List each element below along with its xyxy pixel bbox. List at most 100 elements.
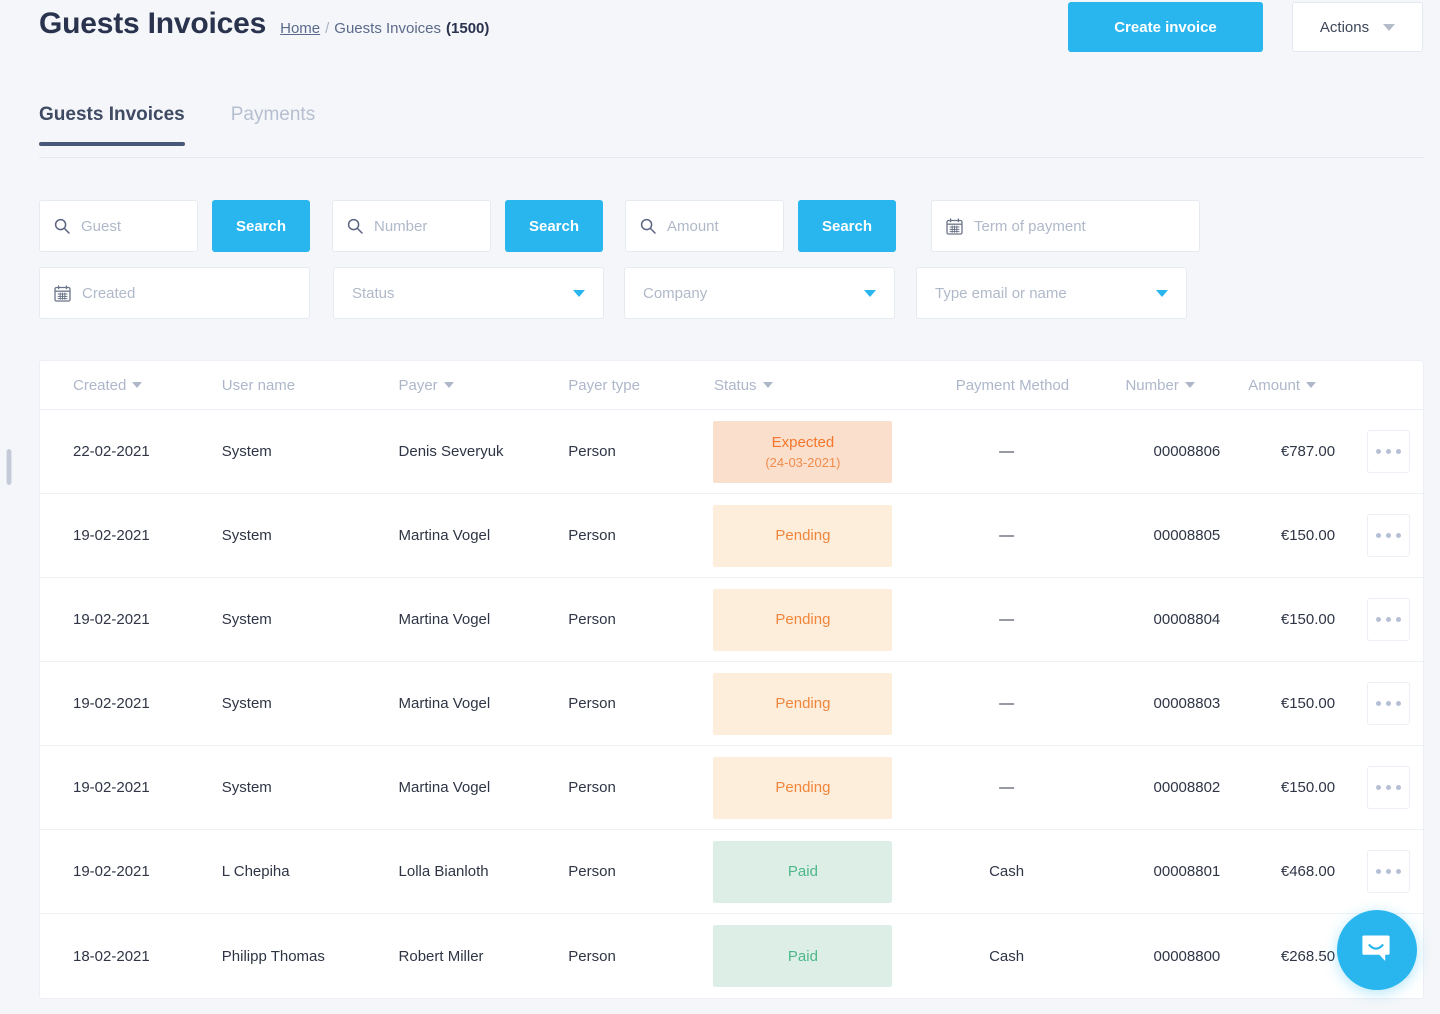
cell-amount: €150.00 <box>1280 779 1336 796</box>
email-or-name-select[interactable]: Type email or name <box>916 267 1187 319</box>
cell-number: 00008806 <box>1153 443 1221 460</box>
column-header-user-name: User name <box>222 377 399 394</box>
guest-search-placeholder: Guest <box>81 217 122 235</box>
cell-status: Pending <box>692 672 914 735</box>
cell-number: 00008802 <box>1153 779 1221 796</box>
ellipsis-icon <box>1395 533 1401 538</box>
calendar-icon <box>54 284 71 302</box>
cell-payer: Robert Miller <box>398 947 484 965</box>
invoices-table: Created User name Payer Payer type Statu… <box>39 360 1424 999</box>
payment-method-value: — <box>999 443 1015 460</box>
chat-launcher-button[interactable] <box>1337 910 1417 990</box>
status-badge: Pending <box>713 756 893 819</box>
column-header-payer-type: Payer type <box>568 377 692 394</box>
sidebar-resize-handle[interactable] <box>6 449 12 485</box>
ellipsis-icon <box>1385 785 1391 790</box>
column-header-created[interactable]: Created <box>40 377 222 394</box>
page-root: Guests Invoices Home / Guests Invoices (… <box>0 0 1440 1014</box>
calendar-icon <box>946 217 963 235</box>
status-badge: Pending <box>713 672 893 735</box>
breadcrumb-current: Guests Invoices <box>334 20 442 37</box>
tab-payments[interactable]: Payments <box>231 104 315 146</box>
cell-user-name: System <box>221 527 272 544</box>
amount-search-button[interactable]: Search <box>798 200 896 252</box>
column-header-status[interactable]: Status <box>692 377 914 394</box>
cell-number: 00008803 <box>1153 695 1221 712</box>
chevron-down-icon <box>573 289 585 297</box>
table-row[interactable]: 19-02-2021 L Chepiha Lolla Bianloth Person P… <box>40 830 1423 914</box>
created-date-placeholder: Created <box>82 284 136 302</box>
column-header-created-label: Created <box>73 376 127 394</box>
company-select[interactable]: Company <box>624 267 895 319</box>
cell-payment-method: — <box>914 695 1100 712</box>
breadcrumb-count: (1500) <box>446 20 490 37</box>
ellipsis-icon <box>1385 869 1391 874</box>
cell-payer-type: Person <box>568 611 616 628</box>
ellipsis-icon <box>1375 533 1381 538</box>
table-row[interactable]: 19-02-2021 System Martina Vogel Person Pendi… <box>40 494 1423 578</box>
term-of-payment-field[interactable]: Term of payment <box>931 200 1200 252</box>
number-search-button[interactable]: Search <box>505 200 603 252</box>
cell-payment-method: — <box>914 779 1100 796</box>
email-or-name-placeholder: Type email or name <box>935 284 1067 302</box>
filter-row-1: Guest Search Number Search Amount Search… <box>39 200 1200 252</box>
cell-payer-type: Person <box>568 779 616 796</box>
cell-actions <box>1353 682 1423 725</box>
payment-method-value: — <box>999 527 1015 544</box>
table-row[interactable]: 22-02-2021 System Denis Severyuk Person Expe… <box>40 410 1423 494</box>
cell-amount: €150.00 <box>1280 611 1336 628</box>
column-header-number[interactable]: Number <box>1099 377 1235 394</box>
amount-search-field[interactable]: Amount <box>625 200 784 252</box>
status-badge: Paid <box>713 840 893 903</box>
table-header-row: Created User name Payer Payer type Statu… <box>40 361 1423 410</box>
company-select-placeholder: Company <box>643 284 708 302</box>
cell-status: Paid <box>692 840 914 903</box>
sort-caret-icon <box>443 382 454 388</box>
tab-guests-invoices[interactable]: Guests Invoices <box>39 104 185 146</box>
cell-amount: €150.00 <box>1280 527 1336 544</box>
sort-caret-icon <box>1306 382 1316 388</box>
number-search-field[interactable]: Number <box>332 200 491 252</box>
cell-payer-type: Person <box>568 527 616 544</box>
row-actions-button[interactable] <box>1366 766 1410 809</box>
payment-method-value: Cash <box>989 863 1025 880</box>
cell-number: 00008801 <box>1153 863 1221 880</box>
row-actions-button[interactable] <box>1366 430 1410 473</box>
status-select[interactable]: Status <box>333 267 604 319</box>
ellipsis-icon <box>1375 701 1381 706</box>
created-date-field[interactable]: Created <box>39 267 310 319</box>
row-actions-button[interactable] <box>1366 850 1410 893</box>
actions-dropdown-button[interactable]: Actions <box>1292 2 1423 52</box>
status-badge-label: Pending <box>775 779 831 796</box>
table-row[interactable]: 19-02-2021 System Martina Vogel Person Pendi… <box>40 662 1423 746</box>
guest-search-button[interactable]: Search <box>212 200 310 252</box>
column-header-user-name-label: User name <box>221 376 296 394</box>
row-actions-button[interactable] <box>1366 514 1410 557</box>
create-invoice-button[interactable]: Create invoice <box>1068 2 1263 52</box>
row-actions-button[interactable] <box>1366 598 1410 641</box>
column-header-amount[interactable]: Amount <box>1235 377 1353 394</box>
cell-number: 00008805 <box>1153 527 1221 544</box>
cell-user-name: L Chepiha <box>221 863 290 880</box>
cell-payer: Lolla Bianloth <box>398 863 489 880</box>
guest-search-field[interactable]: Guest <box>39 200 198 252</box>
column-header-status-label: Status <box>714 376 757 394</box>
table-row[interactable]: 18-02-2021 Philipp Thomas Robert Miller Per… <box>40 914 1423 998</box>
cell-payment-method: Cash <box>914 948 1100 965</box>
ellipsis-icon <box>1395 701 1401 706</box>
cell-status: Expected (24-03-2021) <box>692 420 914 483</box>
table-row[interactable]: 19-02-2021 System Martina Vogel Person Pendi… <box>40 746 1423 830</box>
sort-caret-icon <box>762 382 773 388</box>
column-header-payer[interactable]: Payer <box>398 377 568 394</box>
row-actions-button[interactable] <box>1366 682 1410 725</box>
column-header-number-label: Number <box>1125 376 1179 394</box>
status-badge-label: Pending <box>775 527 831 544</box>
column-header-amount-label: Amount <box>1248 376 1300 394</box>
breadcrumb-separator: / <box>325 20 330 37</box>
table-body: 22-02-2021 System Denis Severyuk Person Expe… <box>40 410 1423 998</box>
cell-created: 19-02-2021 <box>73 695 150 712</box>
breadcrumb-home[interactable]: Home <box>280 20 320 37</box>
table-row[interactable]: 19-02-2021 System Martina Vogel Person Pendi… <box>40 578 1423 662</box>
chat-bubble-icon <box>1360 931 1394 970</box>
cell-created: 19-02-2021 <box>73 611 150 628</box>
